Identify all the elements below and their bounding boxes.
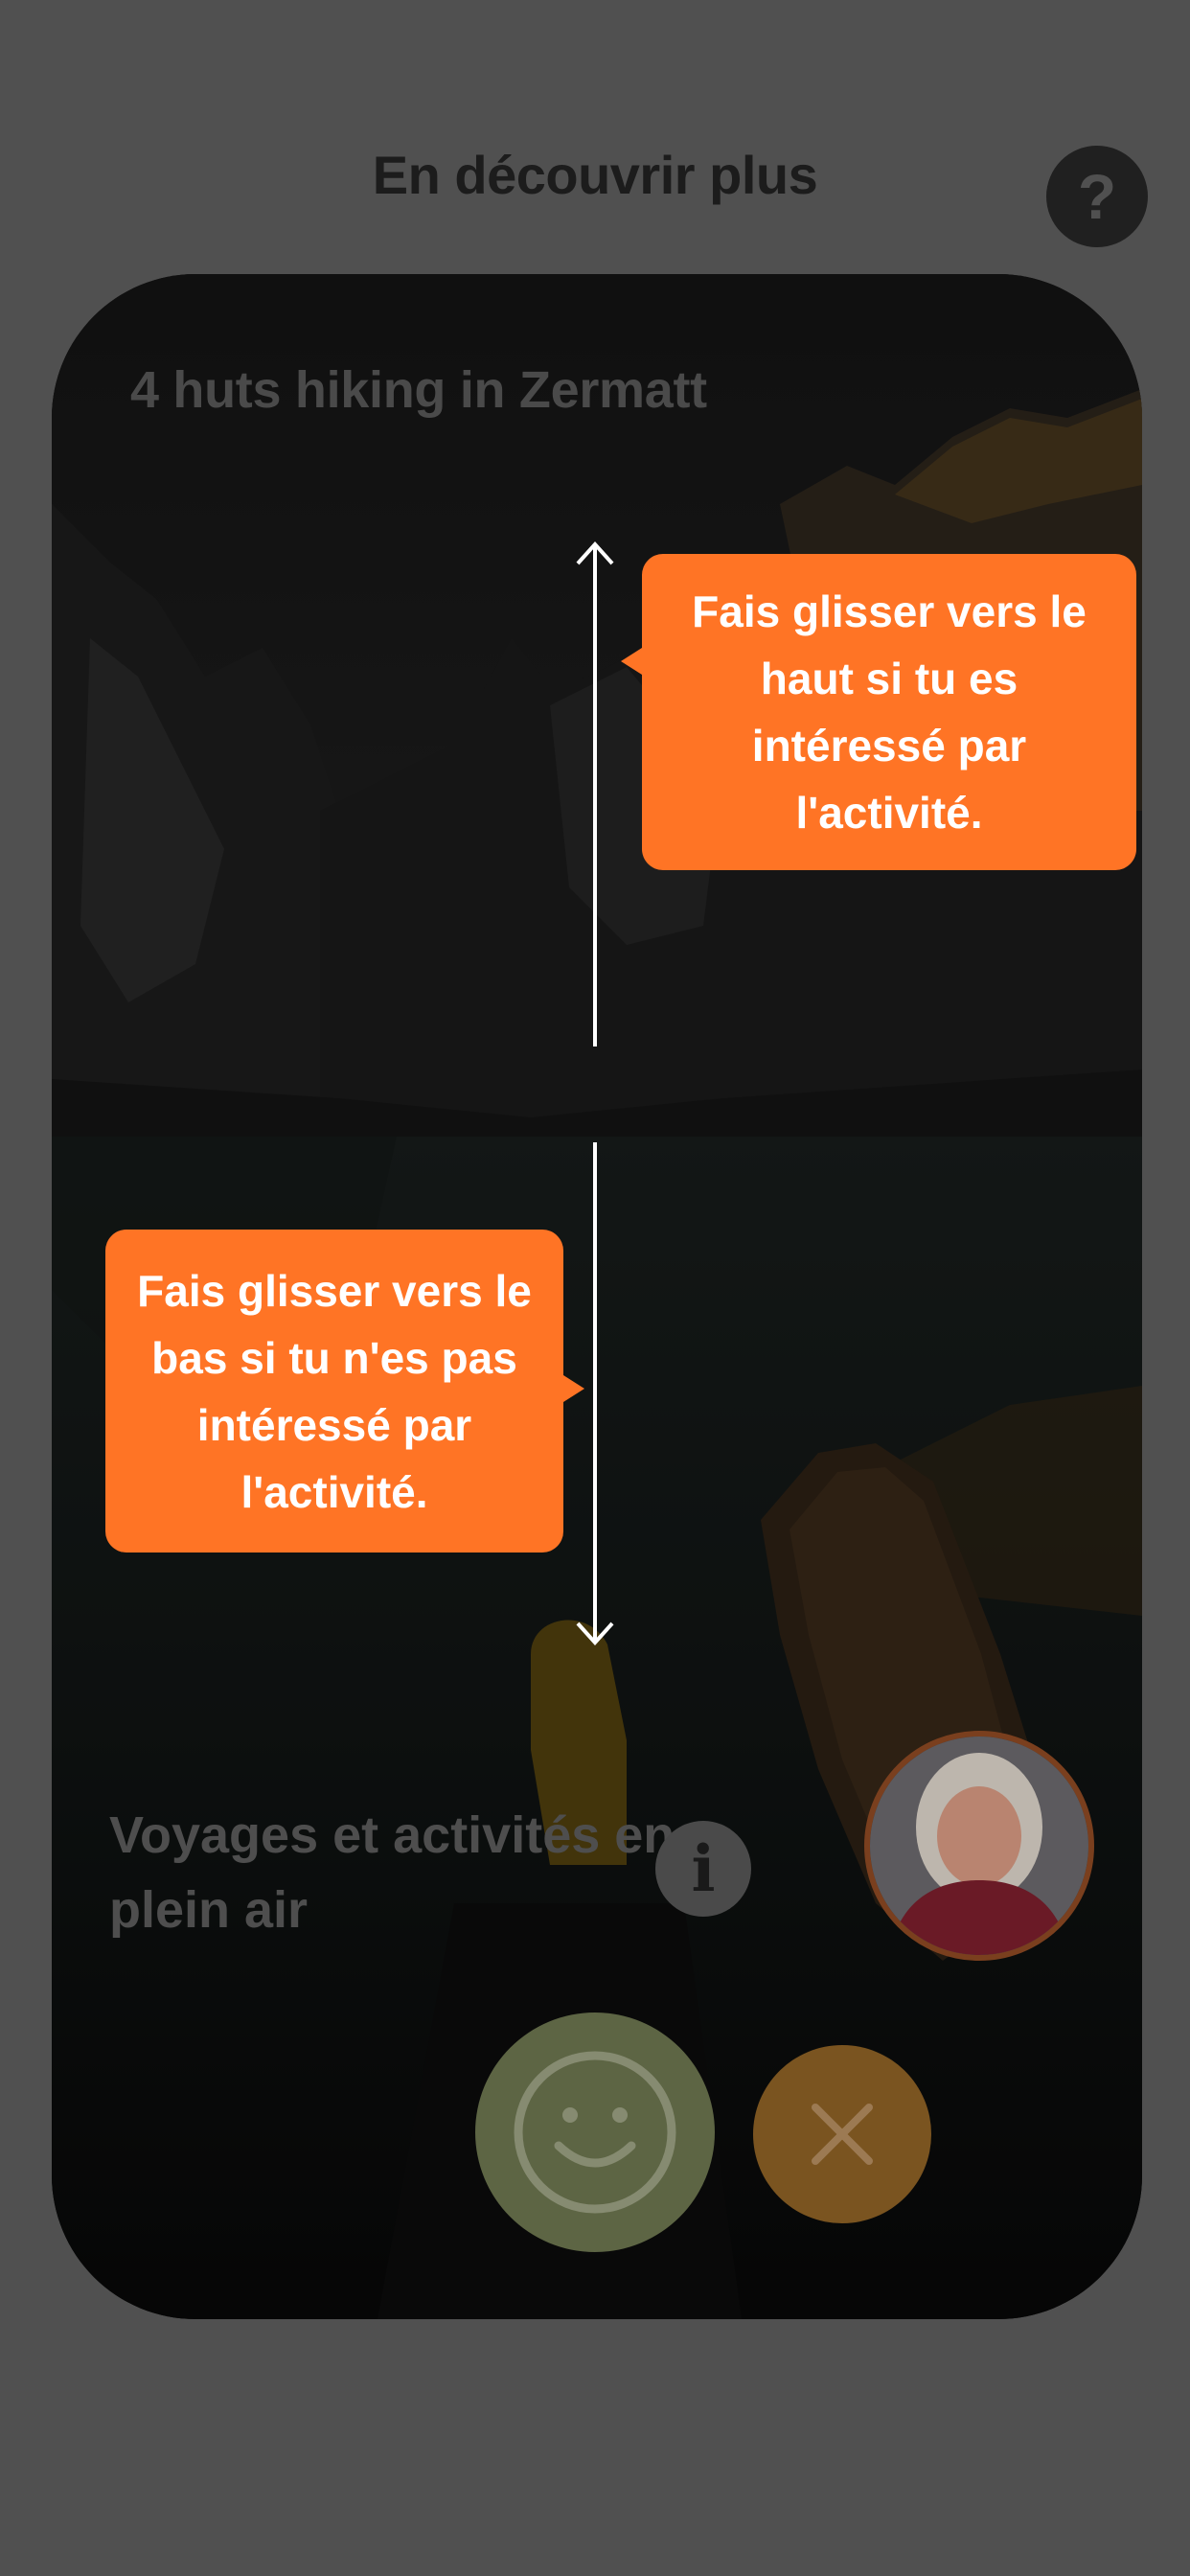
swipe-down-tooltip: Fais glisser vers le bas si tu n'es pas … — [105, 1230, 584, 1552]
like-button[interactable] — [475, 2012, 715, 2252]
help-button[interactable]: ? — [1046, 146, 1148, 247]
avatar[interactable] — [864, 1731, 1094, 1961]
category-title: Voyages et activités en plein air — [109, 1806, 675, 1939]
swipe-up-tooltip: Fais glisser vers le haut si tu es intér… — [621, 554, 1136, 870]
info-button[interactable]: i — [655, 1821, 751, 1917]
dislike-button[interactable] — [753, 2045, 931, 2223]
swipe-up-hint: Fais glisser vers le haut si tu es intér… — [692, 586, 1087, 838]
close-icon — [812, 2104, 873, 2165]
page-title: En découvrir plus — [372, 145, 818, 205]
activity-title: 4 huts hiking in Zermatt — [130, 361, 707, 419]
avatar-image — [870, 1736, 1088, 1955]
info-icon: i — [691, 1831, 716, 1906]
smiley-icon — [514, 2051, 676, 2214]
question-icon: ? — [1077, 161, 1117, 232]
swipe-down-hint: Fais glisser vers le bas si tu n'es pas … — [137, 1265, 532, 1517]
